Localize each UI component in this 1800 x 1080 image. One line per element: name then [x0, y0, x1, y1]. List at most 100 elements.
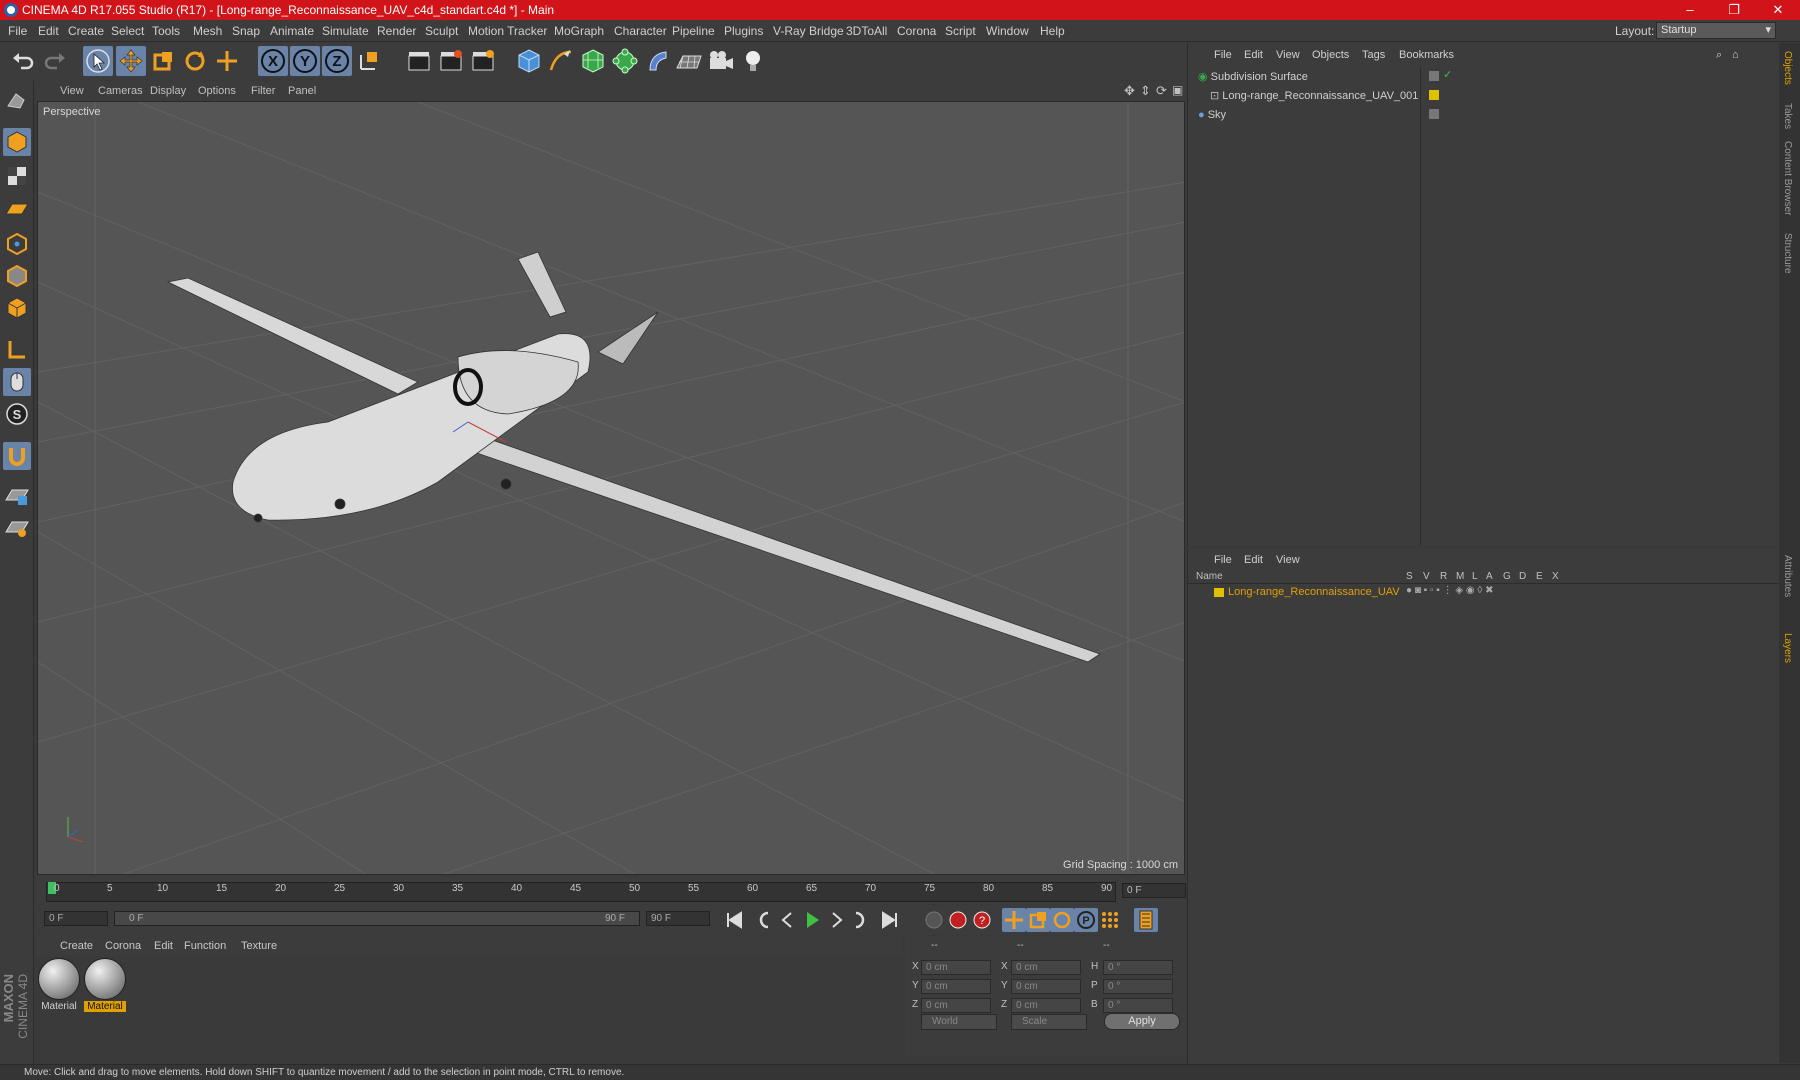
- add-deformer-button[interactable]: [642, 46, 672, 76]
- next-frame-button[interactable]: [824, 908, 848, 932]
- rotate-tool-button[interactable]: [180, 46, 210, 76]
- search-icon[interactable]: ⌕: [1716, 49, 1722, 62]
- viewport-menu-cameras[interactable]: Cameras: [98, 85, 143, 97]
- previous-frame-button[interactable]: [776, 908, 800, 932]
- render-picture-viewer-button[interactable]: [436, 46, 466, 76]
- maximize-button[interactable]: ❐: [1712, 0, 1756, 20]
- tweak-mode-button[interactable]: [3, 368, 31, 396]
- object-row-sky[interactable]: ● Sky: [1198, 107, 1226, 124]
- size-mode-dropdown[interactable]: Scale: [1011, 1014, 1087, 1030]
- menu-edit[interactable]: Edit: [38, 24, 59, 38]
- tab-content-browser[interactable]: Content Browser: [1782, 141, 1793, 215]
- menu-simulate[interactable]: Simulate: [322, 24, 369, 38]
- viewport-menu-view[interactable]: View: [60, 85, 84, 97]
- menu-script[interactable]: Script: [945, 24, 976, 38]
- size-y-field[interactable]: 0 cm: [1011, 979, 1081, 994]
- add-mograph-button[interactable]: [610, 46, 640, 76]
- layers-menu-view[interactable]: View: [1276, 554, 1300, 566]
- viewport-pan-icon[interactable]: ✥: [1124, 83, 1135, 99]
- menu-tools[interactable]: Tools: [152, 24, 180, 38]
- model-mode-button[interactable]: [3, 128, 31, 156]
- scale-tool-button[interactable]: [148, 46, 178, 76]
- material-menu-function[interactable]: Function: [184, 940, 226, 952]
- record-button[interactable]: [946, 908, 970, 932]
- tab-layers[interactable]: Layers: [1782, 633, 1793, 663]
- snap-button[interactable]: S: [3, 400, 31, 428]
- minimize-button[interactable]: –: [1668, 0, 1712, 20]
- position-z-field[interactable]: 0 cm: [921, 998, 991, 1013]
- layer-row[interactable]: Long-range_Reconnaissance_UAV ● ◙ ▪ ▫ ▪ …: [1188, 585, 1780, 600]
- menu-corona[interactable]: Corona: [897, 24, 936, 38]
- move-tool-button[interactable]: [116, 46, 146, 76]
- add-spline-button[interactable]: [546, 46, 576, 76]
- viewport-rotate-icon[interactable]: ⟳: [1156, 83, 1167, 99]
- apply-button[interactable]: Apply: [1104, 1013, 1180, 1030]
- magnet-button[interactable]: [3, 442, 31, 470]
- x-axis-lock-button[interactable]: X: [258, 46, 288, 76]
- viewport-menu-options[interactable]: Options: [198, 85, 236, 97]
- viewport-menu-panel[interactable]: Panel: [288, 85, 316, 97]
- object-row-uav[interactable]: ⊡ Long-range_Reconnaissance_UAV_001: [1210, 88, 1418, 105]
- y-axis-lock-button[interactable]: Y: [290, 46, 320, 76]
- menu-help[interactable]: Help: [1040, 24, 1065, 38]
- render-settings-button[interactable]: [468, 46, 498, 76]
- viewport-menu-filter[interactable]: Filter: [251, 85, 275, 97]
- next-key-button[interactable]: [848, 908, 872, 932]
- objects-menu-edit[interactable]: Edit: [1244, 49, 1263, 61]
- menu-create[interactable]: Create: [68, 24, 104, 38]
- menu-file[interactable]: File: [8, 24, 27, 38]
- workplane-mode-button[interactable]: [3, 194, 31, 222]
- redo-button[interactable]: [40, 46, 70, 76]
- menu-motion-tracker[interactable]: Motion Tracker: [468, 24, 547, 38]
- timeline-ruler[interactable]: 0 5 10 15 20 25 30 35 40 45 50 55 60 65 …: [36, 876, 1186, 904]
- menu-pipeline[interactable]: Pipeline: [672, 24, 715, 38]
- add-subdivision-button[interactable]: [578, 46, 608, 76]
- end-frame-field[interactable]: 90 F: [646, 911, 710, 926]
- workplane-align-button[interactable]: [3, 514, 31, 542]
- live-selection-button[interactable]: [212, 46, 242, 76]
- objects-menu-tags[interactable]: Tags: [1362, 49, 1385, 61]
- key-scale-button[interactable]: [1026, 908, 1050, 932]
- tab-objects[interactable]: Objects: [1782, 51, 1793, 85]
- layer-toggle-icons[interactable]: ● ◙ ▪ ▫ ▪ ⋮ ◈ ◉ ◊ ✖: [1406, 585, 1493, 596]
- menu-select[interactable]: Select: [111, 24, 144, 38]
- objects-menu-objects[interactable]: Objects: [1312, 49, 1349, 61]
- add-light-button[interactable]: [738, 46, 768, 76]
- edges-mode-button[interactable]: [3, 262, 31, 290]
- select-tool-button[interactable]: [83, 46, 113, 76]
- material-menu-edit[interactable]: Edit: [154, 940, 173, 952]
- frame-range-slider[interactable]: 0 F 90 F: [114, 911, 640, 926]
- autokey-button[interactable]: ?: [970, 908, 994, 932]
- coordinate-system-button[interactable]: [354, 46, 384, 76]
- viewport-zoom-icon[interactable]: ⇕: [1140, 83, 1151, 99]
- add-cube-button[interactable]: [514, 46, 544, 76]
- texture-mode-button[interactable]: [3, 162, 31, 190]
- layers-menu-file[interactable]: File: [1214, 554, 1232, 566]
- start-frame-field[interactable]: 0 F: [44, 911, 108, 926]
- tab-attributes[interactable]: Attributes: [1782, 555, 1793, 597]
- layout-dropdown[interactable]: Startup ▾: [1656, 22, 1776, 39]
- previous-key-button[interactable]: [752, 908, 776, 932]
- points-mode-button[interactable]: [3, 230, 31, 258]
- menu-character[interactable]: Character: [614, 24, 667, 38]
- z-axis-lock-button[interactable]: Z: [322, 46, 352, 76]
- key-parameter-button[interactable]: P: [1074, 908, 1098, 932]
- add-camera-button[interactable]: [706, 46, 736, 76]
- play-button[interactable]: [800, 908, 824, 932]
- menu-sculpt[interactable]: Sculpt: [425, 24, 458, 38]
- position-x-field[interactable]: 0 cm: [921, 960, 991, 975]
- viewport-menu-display[interactable]: Display: [150, 85, 186, 97]
- menu-vray-bridge[interactable]: V-Ray Bridge: [773, 24, 844, 38]
- viewport-perspective[interactable]: Perspective Grid Spacing : 1000 cm: [37, 101, 1185, 875]
- rotation-h-field[interactable]: 0 °: [1103, 960, 1173, 975]
- axis-mode-button[interactable]: [3, 336, 31, 364]
- key-rotation-button[interactable]: [1050, 908, 1074, 932]
- material-swatch-selected[interactable]: Material: [84, 958, 126, 1014]
- go-to-end-button[interactable]: [878, 908, 902, 932]
- rotation-p-field[interactable]: 0 °: [1103, 979, 1173, 994]
- menu-snap[interactable]: Snap: [232, 24, 260, 38]
- tab-structure[interactable]: Structure: [1782, 233, 1793, 274]
- keyframe-selection-button[interactable]: [922, 908, 946, 932]
- menu-render[interactable]: Render: [377, 24, 416, 38]
- menu-3dtoall[interactable]: 3DToAll: [846, 24, 887, 38]
